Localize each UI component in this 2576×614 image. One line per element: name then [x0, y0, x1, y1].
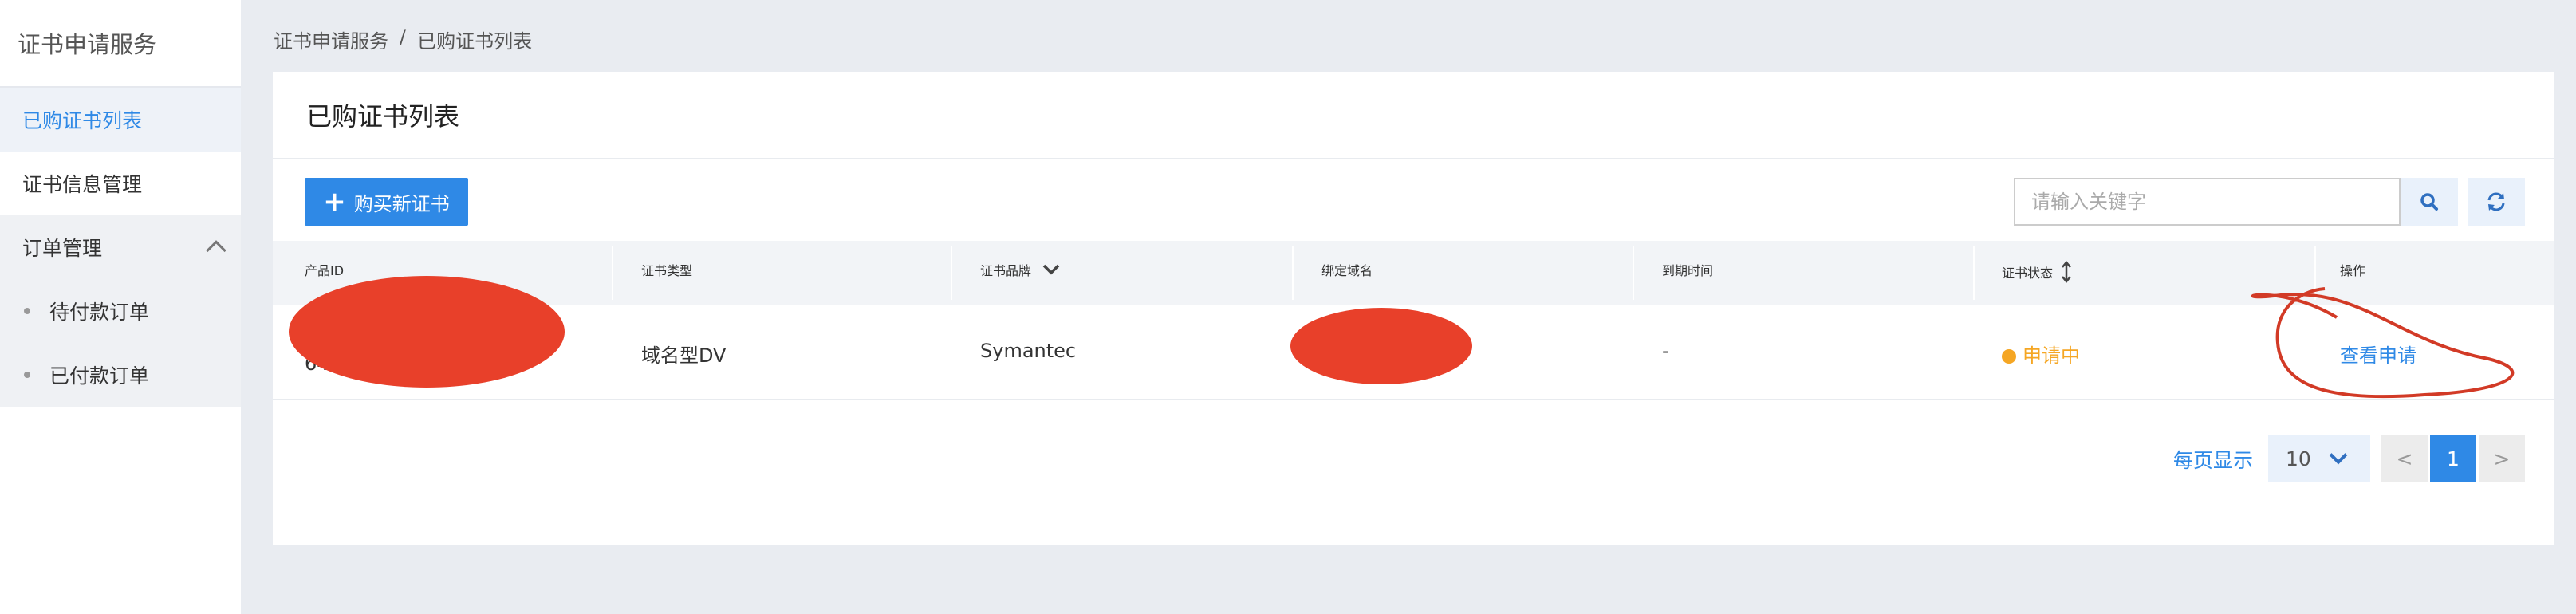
annotation-circle — [2251, 287, 2515, 399]
redaction-mark — [1290, 308, 1472, 384]
annotation-overlay — [289, 276, 2515, 399]
redaction-mark — [289, 276, 565, 388]
